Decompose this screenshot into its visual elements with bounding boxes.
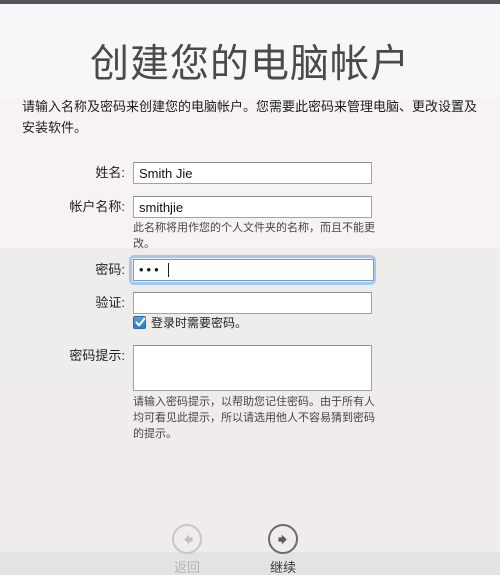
- full-name-input[interactable]: [133, 162, 372, 184]
- back-button[interactable]: 返回: [150, 524, 224, 575]
- intro-description: 请输入名称及密码来创建您的电脑帐户。您需要此密码来管理电脑、更改设置及安装软件。: [22, 99, 478, 135]
- form-row-verify: 验证:: [0, 292, 500, 314]
- page-title: 创建您的电脑帐户: [89, 43, 410, 86]
- password-hint-help-text: 请输入密码提示，以帮助您记住密码。由于所有人均可看见此提示，所以请选用他人不容易…: [133, 396, 375, 440]
- password-focus-ring: •••: [129, 255, 376, 285]
- continue-button[interactable]: 继续: [246, 524, 320, 575]
- require-password-checkbox[interactable]: [133, 316, 146, 329]
- form-row-password: 密码: •••: [0, 255, 500, 285]
- password-hint-label: 密码提示:: [69, 348, 125, 363]
- form-row-account-name: 帐户名称:: [0, 196, 500, 218]
- form-row-full-name: 姓名:: [0, 162, 500, 184]
- require-password-row[interactable]: 登录时需要密码。: [133, 314, 247, 331]
- back-button-label: 返回: [173, 560, 200, 575]
- arrow-left-circle-icon: [172, 524, 202, 554]
- account-name-help-text: 此名称将用作您的个人文件夹的名称，而且不能更改。: [133, 222, 375, 250]
- continue-button-label: 继续: [269, 560, 296, 575]
- arrow-right-circle-icon: [268, 524, 298, 554]
- password-input[interactable]: [133, 259, 374, 281]
- full-name-label: 姓名:: [95, 165, 125, 180]
- require-password-label: 登录时需要密码。: [151, 316, 248, 330]
- verify-input[interactable]: [133, 292, 372, 314]
- verify-label: 验证:: [95, 295, 125, 310]
- checkmark-icon: [135, 317, 146, 327]
- account-name-input[interactable]: [133, 196, 372, 218]
- setup-assistant-window: 创建您的电脑帐户 请输入名称及密码来创建您的电脑帐户。您需要此密码来管理电脑、更…: [0, 0, 500, 575]
- password-label: 密码:: [95, 262, 125, 277]
- password-hint-input[interactable]: [133, 345, 372, 391]
- text-caret: [168, 263, 169, 277]
- account-name-label: 帐户名称:: [69, 199, 125, 214]
- password-masked-value: •••: [139, 262, 162, 277]
